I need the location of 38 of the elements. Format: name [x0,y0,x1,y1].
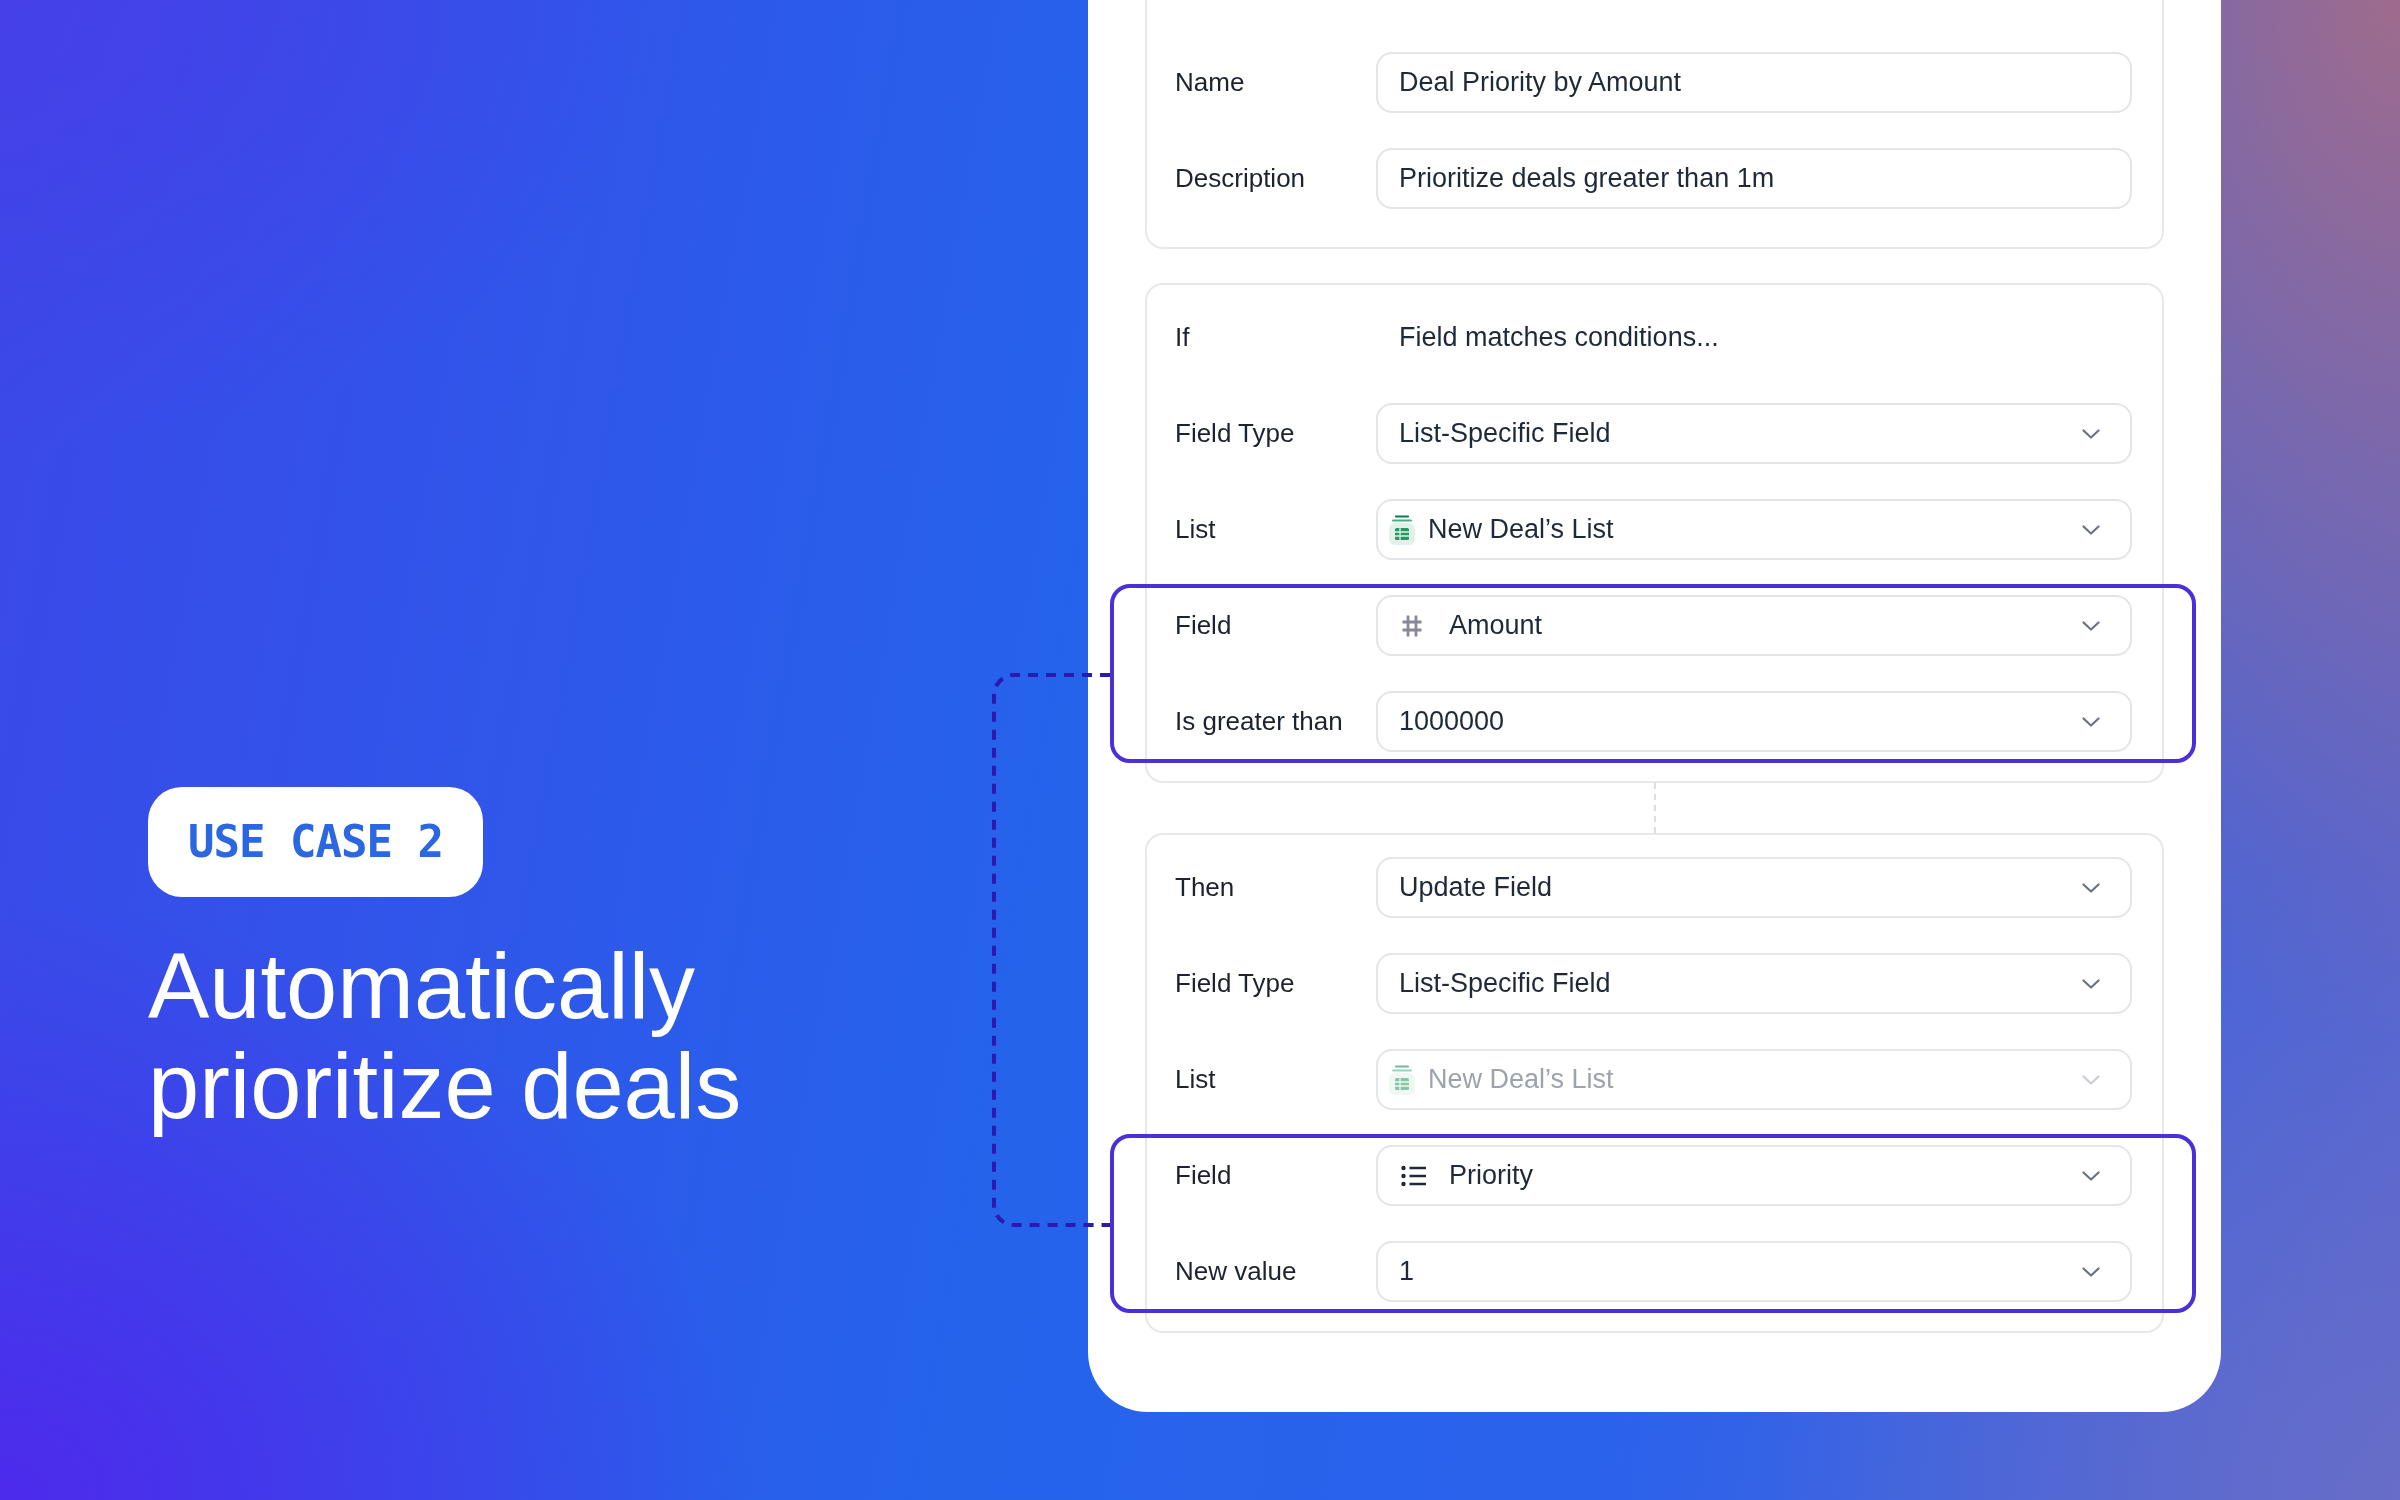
dropdown[interactable]: Amount [1376,595,2132,656]
text-field[interactable]: Prioritize deals greater than 1m [1376,148,2132,209]
dropdown[interactable]: Priority [1376,1145,2132,1206]
dropdown[interactable]: 1000000 [1376,691,2132,752]
hash-icon [1401,613,1423,638]
bulleted-list-icon [1401,1164,1427,1187]
field-label: Field [1175,610,1233,641]
field-label: Name [1175,67,1246,98]
use-case-tag: USE CASE 2 [148,787,483,897]
field-label: New value [1175,1256,1298,1287]
dropdown[interactable]: 1 [1376,1241,2132,1302]
spreadsheet-icon [1388,513,1416,546]
dropdown[interactable]: New Deal’s List [1376,499,2132,560]
dropdown[interactable]: List-Specific Field [1376,403,2132,464]
chevron-down-icon [2082,716,2100,727]
field-label: List [1175,514,1217,545]
chevron-down-icon [2082,428,2100,439]
dropdown[interactable]: List-Specific Field [1376,953,2132,1014]
condition-text: Field matches conditions... [1398,322,1720,353]
chevron-down-icon [2082,1266,2100,1277]
field-label: Field [1175,1160,1233,1191]
field-label: List [1175,1064,1217,1095]
dropdown[interactable]: Update Field [1376,857,2132,918]
chevron-down-icon [2082,1170,2100,1181]
field-label: Field Type [1175,418,1296,449]
field-label: Description [1175,163,1307,194]
text-field[interactable]: Deal Priority by Amount [1376,52,2132,113]
chevron-down-icon [2082,882,2100,893]
chevron-down-icon [2082,620,2100,631]
field-label: Field Type [1175,968,1296,999]
spreadsheet-icon [1388,1063,1416,1096]
headline: Automatically prioritize deals [148,936,743,1136]
field-label: Then [1175,872,1236,903]
chevron-down-icon [2082,524,2100,535]
field-label: If [1175,322,1191,353]
chevron-down-icon [2082,978,2100,989]
field-label: Is greater than [1175,706,1344,737]
chevron-down-icon [2082,1074,2100,1085]
